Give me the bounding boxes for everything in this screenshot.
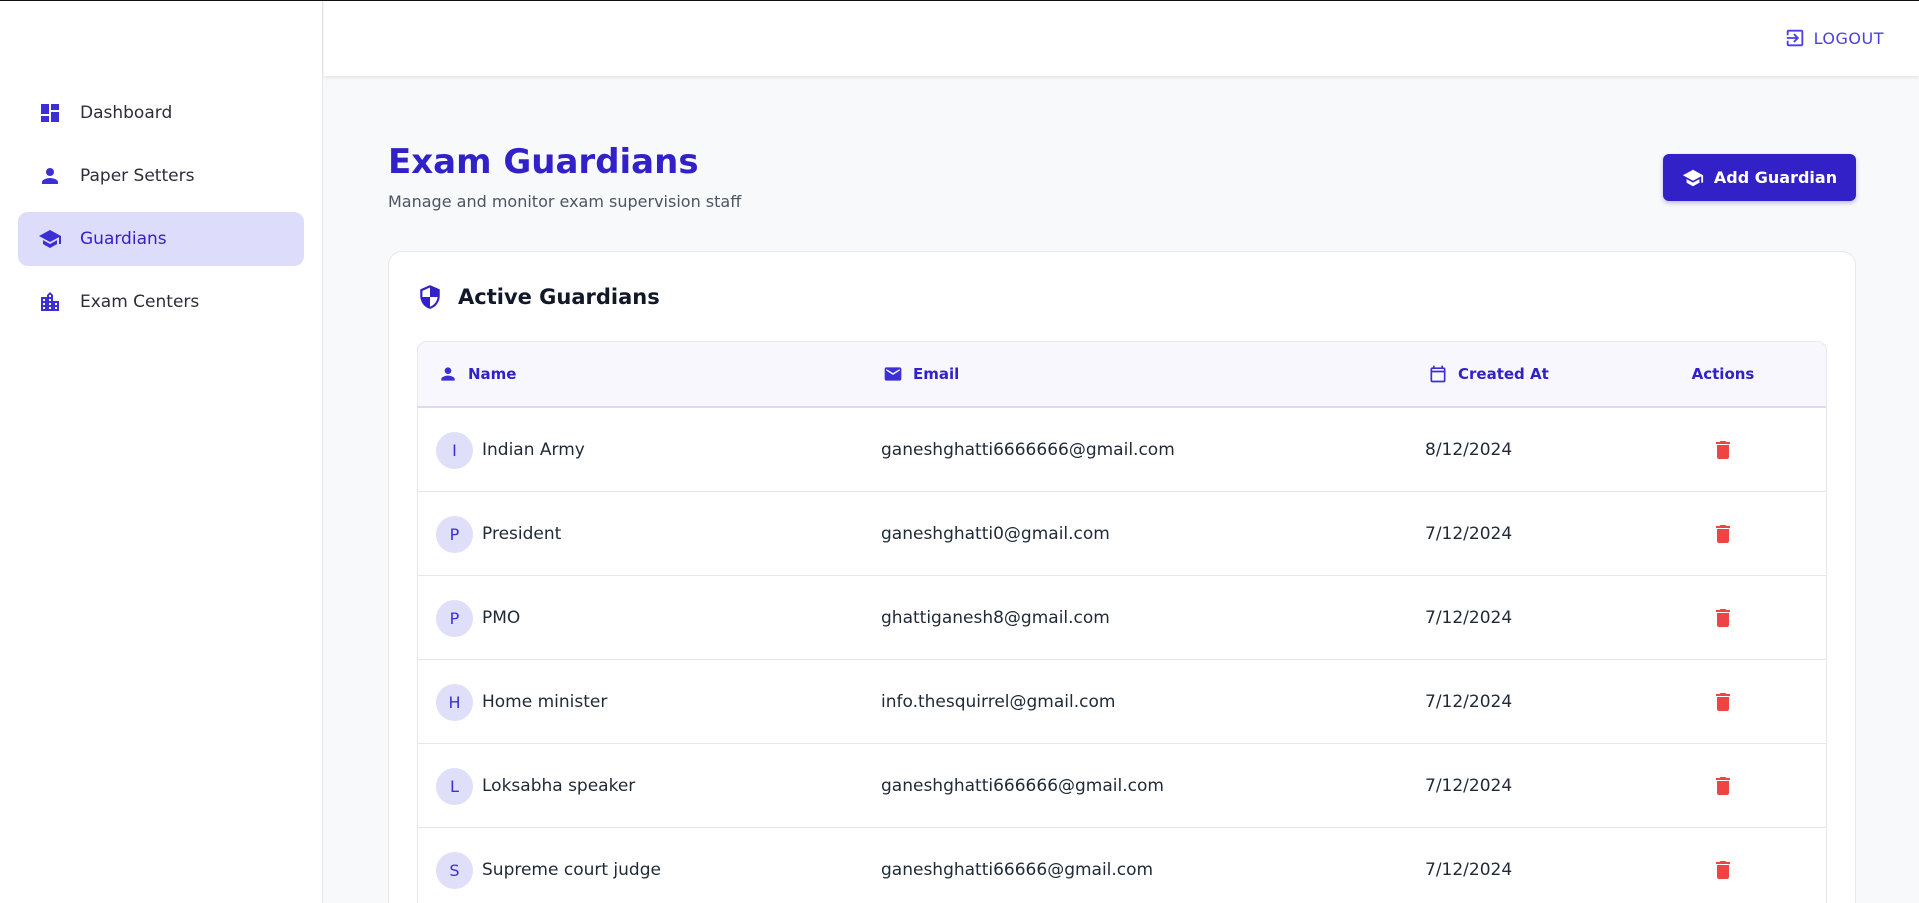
active-guardians-card: Active Guardians Name Email Created At A…	[388, 251, 1856, 903]
guardian-created-at: 7/12/2024	[1425, 860, 1513, 880]
dashboard-icon	[38, 101, 62, 125]
logout-icon	[1786, 29, 1803, 47]
table-row: S Supreme court judge ganeshghatti66666@…	[418, 828, 1826, 903]
trash-icon	[1716, 525, 1730, 543]
add-guardian-label: Add Guardian	[1713, 168, 1838, 187]
column-header-label: Email	[913, 365, 960, 383]
column-header-label: Name	[468, 365, 517, 383]
guardian-created-at: 7/12/2024	[1425, 524, 1513, 544]
person-icon	[441, 367, 455, 381]
avatar: I	[436, 431, 473, 469]
table-row: I Indian Army ganeshghatti6666666@gmail.…	[418, 408, 1826, 492]
page-title: Exam Guardians	[388, 142, 699, 182]
mail-icon	[884, 367, 902, 381]
building-icon	[38, 290, 62, 314]
add-guardian-button[interactable]: Add Guardian	[1663, 154, 1856, 201]
guardian-created-at: 7/12/2024	[1425, 776, 1513, 796]
avatar: P	[436, 599, 473, 637]
sidebar-item-label: Exam Centers	[80, 292, 200, 312]
shield-icon	[420, 285, 440, 309]
column-header-email: Email	[883, 364, 959, 384]
sidebar-item-guardians[interactable]: Guardians	[18, 212, 304, 266]
guardian-name: Indian Army	[482, 440, 585, 460]
avatar: S	[436, 851, 473, 889]
guardian-email: ghattiganesh8@gmail.com	[881, 608, 1110, 628]
trash-icon	[1716, 693, 1730, 711]
guardian-name-cell: P PMO	[436, 576, 520, 660]
table-row: L Loksabha speaker ganeshghatti666666@gm…	[418, 744, 1826, 828]
avatar: P	[436, 515, 473, 553]
delete-button[interactable]	[1711, 858, 1735, 882]
sidebar-item-paper-setters[interactable]: Paper Setters	[18, 149, 304, 203]
guardian-email: ganeshghatti666666@gmail.com	[881, 776, 1164, 796]
guardian-name-cell: S Supreme court judge	[436, 828, 661, 903]
guardian-created-at: 7/12/2024	[1425, 692, 1513, 712]
guardian-name: Supreme court judge	[482, 860, 661, 880]
trash-icon	[1716, 441, 1730, 459]
trash-icon	[1716, 861, 1730, 879]
top-bar: LOGOUT	[324, 1, 1919, 76]
column-header-label: Created At	[1458, 365, 1549, 383]
sidebar-item-dashboard[interactable]: Dashboard	[18, 86, 304, 140]
guardian-email: info.thesquirrel@gmail.com	[881, 692, 1116, 712]
actions-cell	[1663, 660, 1783, 744]
table-row: P President ganeshghatti0@gmail.com 7/12…	[418, 492, 1826, 576]
logout-label: LOGOUT	[1813, 28, 1884, 48]
table-row: H Home minister info.thesquirrel@gmail.c…	[418, 660, 1826, 744]
column-header-created-at: Created At	[1428, 364, 1549, 384]
guardian-email: ganeshghatti66666@gmail.com	[881, 860, 1154, 880]
delete-button[interactable]	[1711, 774, 1735, 798]
table-row: P PMO ghattiganesh8@gmail.com 7/12/2024	[418, 576, 1826, 660]
calendar-icon	[1430, 365, 1446, 383]
graduation-cap-icon	[1682, 169, 1703, 186]
actions-cell	[1663, 744, 1783, 828]
column-header-label: Actions	[1691, 365, 1755, 383]
guardian-name-cell: P President	[436, 492, 561, 576]
actions-cell	[1663, 492, 1783, 576]
guardian-created-at: 8/12/2024	[1425, 440, 1513, 460]
guardian-email: ganeshghatti0@gmail.com	[881, 524, 1110, 544]
guardian-name: President	[482, 524, 562, 544]
sidebar-item-label: Dashboard	[80, 103, 173, 123]
sidebar-item-exam-centers[interactable]: Exam Centers	[18, 275, 304, 329]
column-header-actions: Actions	[1663, 365, 1783, 383]
actions-cell	[1663, 576, 1783, 660]
guardians-table: Name Email Created At Actions I Indian A…	[417, 341, 1827, 903]
delete-button[interactable]	[1711, 606, 1735, 630]
guardian-name-cell: I Indian Army	[436, 408, 585, 492]
card-title-text: Active Guardians	[458, 285, 660, 309]
actions-cell	[1663, 408, 1783, 492]
sidebar-item-label: Paper Setters	[80, 166, 195, 186]
actions-cell	[1663, 828, 1783, 903]
guardian-name: Home minister	[482, 692, 608, 712]
person-icon	[38, 164, 62, 188]
graduation-cap-icon	[38, 227, 62, 251]
avatar: H	[436, 683, 473, 721]
sidebar-item-label: Guardians	[80, 229, 167, 249]
guardian-name: Loksabha speaker	[482, 776, 636, 796]
column-header-name: Name	[438, 364, 516, 384]
sidebar: Dashboard Paper Setters Guardians Exam C…	[0, 1, 323, 903]
guardian-email: ganeshghatti6666666@gmail.com	[881, 440, 1175, 460]
delete-button[interactable]	[1711, 690, 1735, 714]
logout-button[interactable]: LOGOUT	[1784, 27, 1884, 49]
guardian-name-cell: H Home minister	[436, 660, 607, 744]
trash-icon	[1716, 609, 1730, 627]
guardian-created-at: 7/12/2024	[1425, 608, 1513, 628]
trash-icon	[1716, 777, 1730, 795]
guardian-name-cell: L Loksabha speaker	[436, 744, 635, 828]
table-header: Name Email Created At Actions	[418, 342, 1826, 408]
avatar: L	[436, 767, 473, 805]
delete-button[interactable]	[1711, 522, 1735, 546]
card-title: Active Guardians	[417, 284, 660, 310]
delete-button[interactable]	[1711, 438, 1735, 462]
sidebar-nav: Dashboard Paper Setters Guardians Exam C…	[18, 86, 304, 338]
page-subtitle: Manage and monitor exam supervision staf…	[388, 192, 742, 211]
guardian-name: PMO	[482, 608, 521, 628]
